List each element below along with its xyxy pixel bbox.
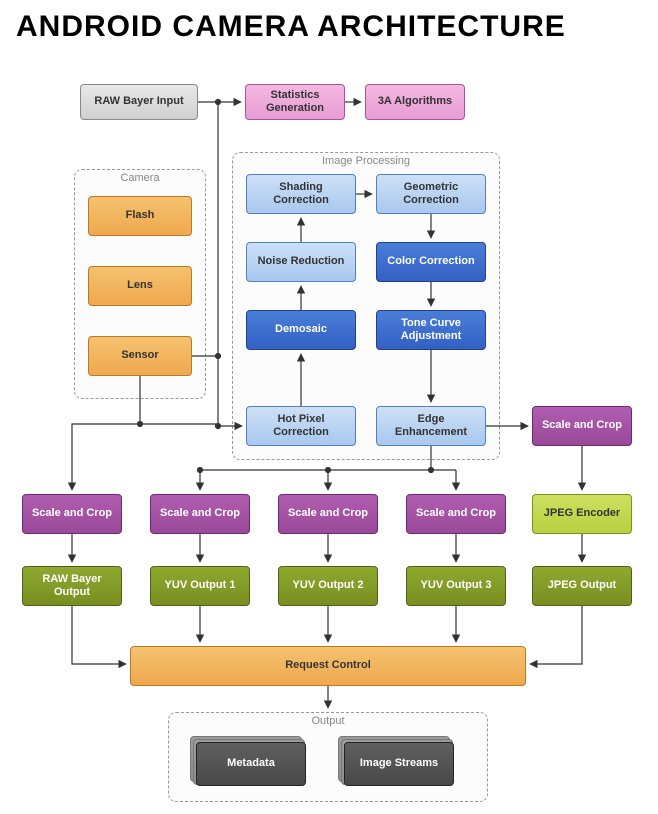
scale-crop-3: Scale and Crop: [278, 494, 378, 534]
jpeg-output: JPEG Output: [532, 566, 632, 606]
raw-bayer-input: RAW Bayer Input: [80, 84, 198, 120]
jpeg-encoder: JPEG Encoder: [532, 494, 632, 534]
ip-group-label: Image Processing: [318, 151, 414, 171]
yuv-output-1: YUV Output 1: [150, 566, 250, 606]
sensor-box: Sensor: [88, 336, 192, 376]
flash-box: Flash: [88, 196, 192, 236]
3a-algorithms: 3A Algorithms: [365, 84, 465, 120]
demosaic: Demosaic: [246, 310, 356, 350]
page-title: ANDROID CAMERA ARCHITECTURE: [0, 0, 658, 44]
noise-reduction: Noise Reduction: [246, 242, 356, 282]
hot-pixel-correction: Hot Pixel Correction: [246, 406, 356, 446]
yuv-output-2: YUV Output 2: [278, 566, 378, 606]
shading-correction: Shading Correction: [246, 174, 356, 214]
metadata-box: Metadata: [196, 742, 306, 786]
raw-bayer-output: RAW Bayer Output: [22, 566, 122, 606]
scale-crop-right: Scale and Crop: [532, 406, 632, 446]
yuv-output-3: YUV Output 3: [406, 566, 506, 606]
scale-crop-4: Scale and Crop: [406, 494, 506, 534]
camera-group-label: Camera: [116, 168, 163, 188]
output-group-label: Output: [307, 711, 348, 731]
edge-enhancement: Edge Enhancement: [376, 406, 486, 446]
geometric-correction: Geometric Correction: [376, 174, 486, 214]
color-correction: Color Correction: [376, 242, 486, 282]
metadata-stack: Metadata: [196, 742, 306, 786]
tone-curve-adjustment: Tone Curve Adjustment: [376, 310, 486, 350]
scale-crop-2: Scale and Crop: [150, 494, 250, 534]
scale-crop-1: Scale and Crop: [22, 494, 122, 534]
diagram-canvas: Camera Image Processing Output RAW Bayer…: [0, 44, 658, 814]
request-control: Request Control: [130, 646, 526, 686]
image-streams-box: Image Streams: [344, 742, 454, 786]
image-streams-stack: Image Streams: [344, 742, 454, 786]
lens-box: Lens: [88, 266, 192, 306]
statistics-generation: Statistics Generation: [245, 84, 345, 120]
